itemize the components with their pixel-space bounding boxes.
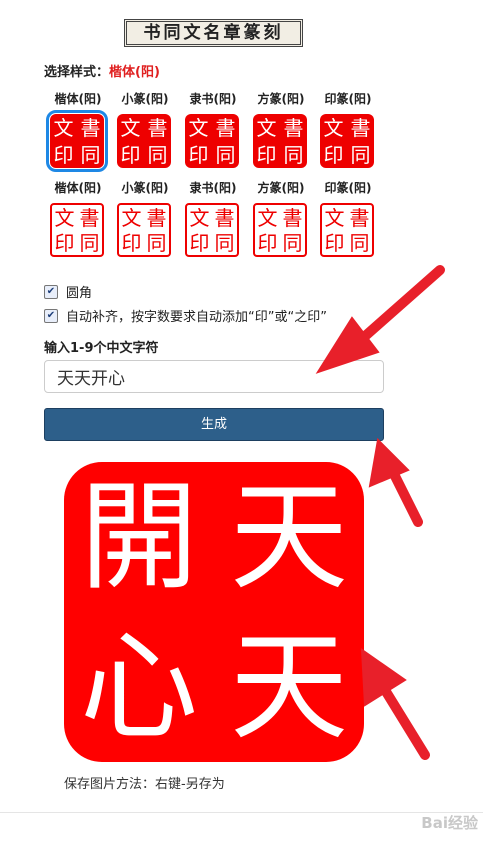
- annotation-arrows: [315, 265, 445, 760]
- arrow-pointing-to-input-icon: [315, 265, 445, 374]
- arrow-pointing-to-generate-icon: [368, 437, 423, 527]
- arrow-pointing-to-seal-icon: [360, 648, 430, 760]
